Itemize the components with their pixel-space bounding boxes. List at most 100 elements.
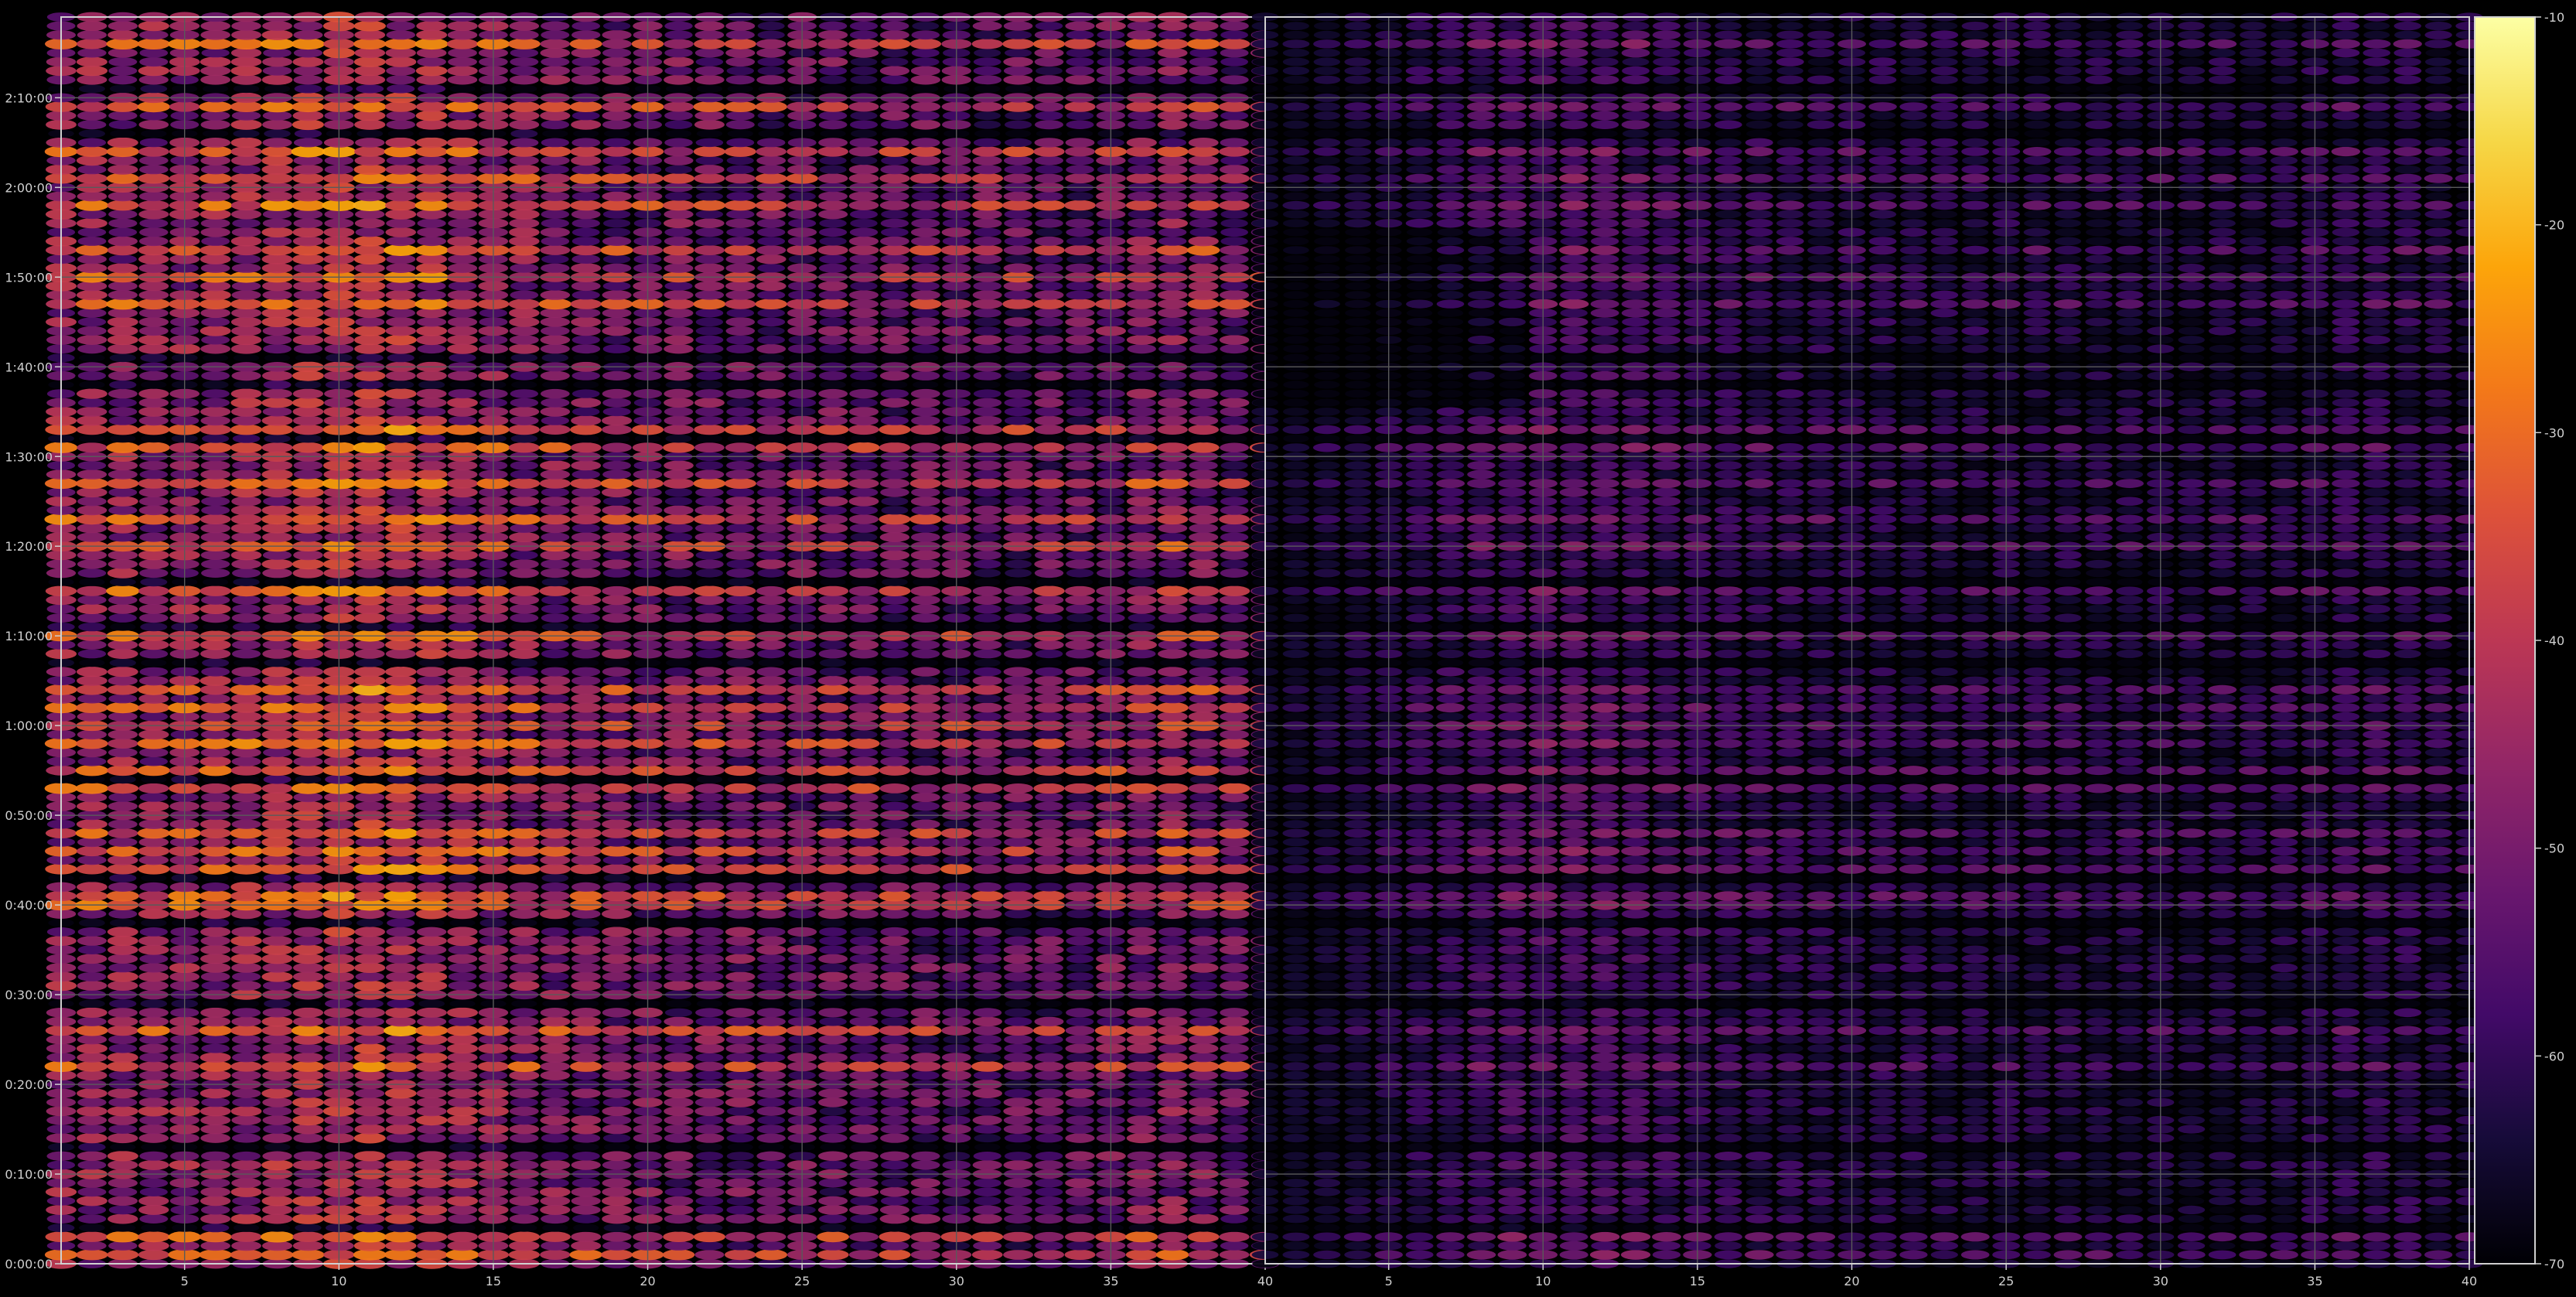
heatmap-cell (664, 954, 694, 964)
heatmap-cell (233, 658, 260, 667)
heatmap-cell (1219, 765, 1250, 776)
heatmap-cell (232, 1205, 261, 1215)
heatmap-cell (230, 505, 262, 516)
heatmap-cell (77, 218, 107, 229)
heatmap-cell (1127, 667, 1157, 677)
heatmap-cell (139, 1115, 169, 1125)
heatmap-cell (509, 756, 539, 766)
heatmap-cell (664, 290, 694, 300)
heatmap-cell (727, 1143, 753, 1152)
heatmap-cell (1034, 559, 1064, 569)
heatmap-cell (1189, 667, 1218, 677)
heatmap-cell (1157, 595, 1188, 606)
heatmap-cell (851, 999, 877, 1008)
heatmap-cell (202, 434, 230, 443)
heatmap-cell (910, 1008, 941, 1018)
heatmap-cell (417, 1241, 446, 1251)
heatmap-cell (664, 667, 693, 677)
heatmap-cell (664, 460, 694, 471)
heatmap-cell (354, 954, 386, 964)
heatmap-cell (1158, 1125, 1187, 1134)
heatmap-cell (1189, 775, 1217, 784)
heatmap-cell (387, 918, 415, 928)
heatmap-cell (356, 658, 384, 667)
heatmap-cell (1034, 568, 1064, 579)
heatmap-cell (848, 675, 879, 686)
heatmap-cell (571, 165, 601, 175)
heatmap-cell (138, 559, 169, 569)
heatmap-cell (758, 381, 784, 389)
heatmap-cell (202, 658, 230, 667)
heatmap-cell (139, 1187, 168, 1196)
heatmap-cell (972, 191, 1002, 202)
heatmap-cell (1127, 1097, 1156, 1108)
heatmap-cell (1005, 999, 1032, 1008)
heatmap-cell (510, 1016, 539, 1027)
heatmap-cell (108, 1187, 138, 1197)
heatmap-cell (138, 424, 170, 435)
heatmap-cell (1066, 155, 1094, 166)
heatmap-cell (758, 578, 784, 586)
heatmap-cell (910, 962, 941, 973)
heatmap-cell (262, 613, 292, 623)
heatmap-cell (292, 442, 324, 453)
heatmap-cell (724, 702, 756, 713)
heatmap-cell (261, 729, 293, 740)
heatmap-cell (107, 1016, 138, 1027)
heatmap-cell (507, 738, 541, 749)
heatmap-cell (971, 146, 1003, 157)
heatmap-cell (695, 1196, 724, 1206)
heatmap-cell (1065, 1133, 1095, 1143)
heatmap-cell (262, 407, 292, 417)
heatmap-cell (447, 756, 478, 767)
heatmap-cell (1126, 640, 1158, 650)
heatmap-cell (756, 218, 786, 228)
heatmap-cell (1190, 381, 1216, 389)
heatmap-cell (540, 855, 571, 865)
heatmap-cell (974, 623, 1001, 631)
heatmap-cell (1221, 578, 1247, 586)
heatmap-cell (662, 863, 695, 875)
heatmap-cell (508, 783, 540, 794)
heatmap-cell (261, 1052, 293, 1063)
heatmap-cell (230, 398, 262, 408)
heatmap-cell (199, 299, 232, 309)
heatmap-cell (138, 406, 169, 417)
heatmap-cell (1002, 1026, 1034, 1036)
heatmap-cell (542, 434, 568, 443)
heatmap-cell (261, 505, 293, 516)
heatmap-cell (571, 971, 601, 982)
heatmap-cell (972, 425, 1003, 435)
heatmap-cell (262, 1043, 292, 1053)
heatmap-cell (539, 200, 571, 211)
heatmap-cell (229, 738, 264, 749)
heatmap-cell (385, 936, 416, 946)
heatmap-cell (879, 684, 910, 695)
heatmap-cell (200, 424, 231, 435)
heatmap-cell (1035, 210, 1063, 219)
heatmap-cell (1066, 254, 1094, 264)
heatmap-cell (1157, 290, 1188, 300)
heatmap-cell (415, 1114, 448, 1126)
heatmap-cell (1065, 173, 1095, 184)
heatmap-cell (1220, 1187, 1249, 1197)
heatmap-cell (233, 1143, 260, 1152)
heatmap-cell (818, 308, 848, 318)
heatmap-cell (1157, 514, 1189, 525)
heatmap-cell (447, 1124, 478, 1135)
heatmap-cell (261, 164, 293, 175)
heatmap-cell (849, 469, 879, 480)
heatmap-cell (569, 890, 602, 902)
heatmap-cell (848, 863, 880, 875)
heatmap-cell (1159, 658, 1186, 667)
heatmap-cell (449, 1224, 476, 1232)
heatmap-cell (1034, 1213, 1064, 1224)
heatmap-cell (971, 172, 1004, 184)
heatmap-cell (200, 684, 231, 695)
heatmap-cell (880, 694, 909, 704)
heatmap-cell (817, 523, 848, 534)
heatmap-cell (910, 1061, 941, 1072)
heatmap-cell (77, 694, 107, 704)
heatmap-cell (819, 1115, 847, 1125)
heatmap-cell (756, 254, 786, 265)
